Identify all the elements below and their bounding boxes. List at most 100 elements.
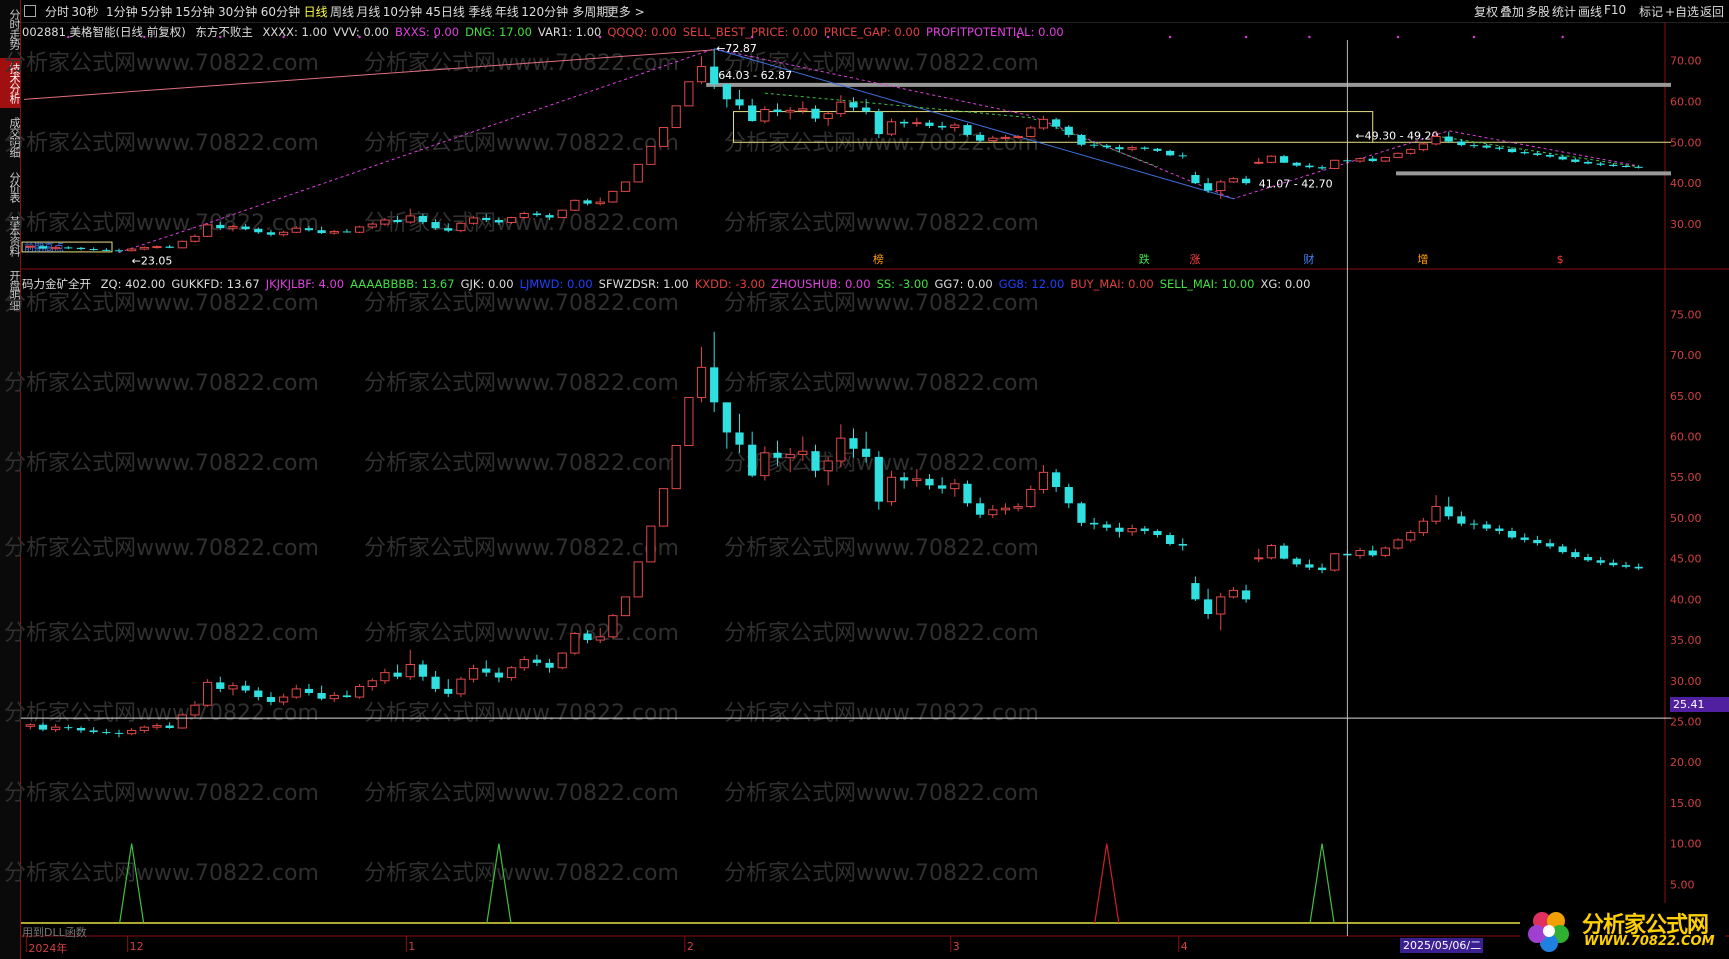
cursor-date-tag: 2025/05/06/二 — [1400, 938, 1483, 953]
sub-candle — [76, 727, 86, 731]
sub-candle — [1026, 488, 1036, 508]
main-candle — [925, 122, 934, 126]
signal-dot — [219, 35, 222, 39]
sub-candle — [139, 726, 149, 731]
sub-y-tick: 55.00 — [1670, 471, 1702, 484]
low-label: ←23.05 — [132, 255, 173, 268]
x-axis-label-4: 3 — [952, 940, 960, 953]
main-candle — [633, 163, 643, 183]
main-candle — [1305, 165, 1314, 168]
main-candle — [722, 84, 731, 100]
main-candle — [152, 246, 162, 249]
main-candle — [1317, 167, 1327, 169]
main-candle — [658, 127, 669, 147]
sub-candle — [228, 685, 238, 690]
sub-y-tick: 75.00 — [1670, 308, 1702, 321]
main-candle — [177, 240, 187, 249]
sub-candle — [976, 503, 985, 515]
sub-candle — [735, 432, 744, 445]
sub-candle — [811, 451, 820, 471]
main-candle — [1153, 148, 1162, 151]
sub-candle — [988, 509, 998, 516]
sub-candle — [1191, 583, 1200, 600]
main-candle — [1127, 147, 1137, 150]
sub-candle — [431, 676, 440, 689]
main-candle — [1228, 178, 1239, 183]
sub-candle — [849, 438, 858, 449]
sub-candle — [1520, 537, 1529, 540]
sub-candle — [646, 525, 656, 563]
sub-candle — [1178, 544, 1187, 546]
main-candle — [950, 124, 960, 129]
main-candle — [216, 224, 225, 229]
sub-candle — [1115, 527, 1124, 532]
zone-right-label: ←49.30 - 49.20 — [1355, 130, 1438, 143]
signal-dot — [599, 35, 602, 39]
sub-y-tick: 45.00 — [1670, 553, 1702, 566]
watermark-text: 分析家公式网www.70822.com — [4, 861, 319, 886]
sub-candle — [1406, 532, 1416, 541]
sub-candle — [1583, 557, 1593, 561]
sub-candle — [1279, 545, 1289, 559]
sub-candle — [1444, 506, 1453, 517]
watermark-text: 分析家公式网www.70822.com — [724, 211, 1039, 236]
sub-candle — [1254, 557, 1264, 560]
signal-dot — [1168, 35, 1172, 39]
watermark-text: 分析家公式网www.70822.com — [724, 371, 1039, 396]
main-candle — [545, 215, 554, 218]
main-candle — [583, 200, 592, 204]
sub-candle — [38, 724, 48, 730]
sub-candle — [254, 690, 263, 698]
main-candle — [228, 226, 238, 229]
event-mark-2: 涨 — [1189, 253, 1200, 266]
main-candle — [329, 230, 339, 234]
sub-candle — [532, 659, 542, 663]
sub-candle — [1127, 528, 1137, 533]
sub-candle — [1089, 522, 1099, 525]
main-candle — [684, 81, 694, 107]
main-candle — [900, 121, 909, 124]
sub-candle — [1330, 553, 1340, 571]
main-candle — [811, 108, 820, 119]
watermark-text: 分析家公式网www.70822.com — [364, 536, 679, 561]
site-logo: 分析家公式网 WWW.70822.COM — [1520, 903, 1725, 955]
main-candle — [1393, 152, 1403, 158]
watermark-text: 分析家公式网www.70822.com — [4, 621, 319, 646]
sub-candle — [583, 633, 592, 641]
watermark-text: 分析家公式网www.70822.com — [364, 861, 679, 886]
main-candle — [1444, 136, 1453, 142]
main-candle — [114, 250, 124, 252]
main-y-tick: 50.00 — [1670, 136, 1702, 149]
sub-candle — [785, 453, 795, 459]
watermark-text: 分析家公式网www.70822.com — [4, 781, 319, 806]
watermark-text: 分析家公式网www.70822.com — [364, 291, 679, 316]
main-candle — [165, 246, 174, 248]
main-candle — [1507, 148, 1517, 153]
main-candle — [354, 226, 365, 233]
sub-candle — [1064, 487, 1073, 504]
sub-candle — [1292, 558, 1301, 565]
sub-candle — [380, 672, 390, 682]
sub-candle — [266, 697, 276, 702]
event-mark-5: $ — [1557, 253, 1564, 266]
main-candle — [938, 125, 947, 128]
watermark-text: 分析家公式网www.70822.com — [724, 131, 1039, 156]
main-candle — [874, 111, 883, 135]
sub-candle — [1241, 590, 1251, 600]
sub-candle — [506, 667, 517, 679]
sub-candle — [1393, 539, 1403, 549]
kline-chart[interactable]: 分析家公式网www.70822.com 分析家公式网www.70822.com 分析… — [0, 0, 1729, 959]
main-candle — [963, 125, 972, 135]
main-candle — [1520, 152, 1529, 154]
main-candle — [1000, 136, 1011, 139]
sub-candle — [671, 444, 681, 490]
main-candle — [886, 121, 897, 135]
signal-dot — [1561, 35, 1564, 39]
main-candle — [431, 222, 440, 229]
watermark-text: 分析家公式网www.70822.com — [364, 621, 679, 646]
sub-candle — [684, 396, 694, 446]
main-candle — [304, 228, 314, 231]
main-y-tick: 60.00 — [1670, 95, 1702, 108]
main-candle — [1052, 119, 1061, 127]
sub-candle — [1153, 530, 1162, 536]
